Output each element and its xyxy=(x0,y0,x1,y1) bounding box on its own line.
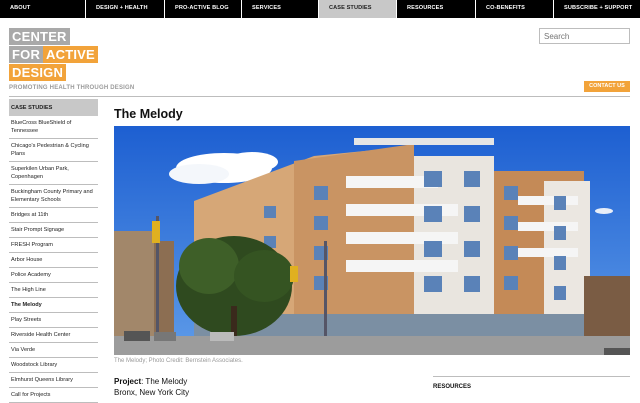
sidebar-item[interactable]: Police Academy xyxy=(9,268,98,283)
sidebar-item[interactable]: Elmhurst Queens Library xyxy=(9,373,98,388)
sidebar: CASE STUDIES BlueCross BlueShield of Ten… xyxy=(9,99,98,403)
page-title: The Melody xyxy=(114,107,183,121)
sidebar-item[interactable]: Via Verde xyxy=(9,343,98,358)
sidebar-item[interactable]: Arbor House xyxy=(9,253,98,268)
sidebar-item[interactable]: Chicago's Pedestrian & Cycling Plans xyxy=(9,139,98,162)
nav-item-services[interactable]: SERVICES xyxy=(242,0,319,18)
logo-line-active: ACTIVE xyxy=(43,46,98,63)
project-label: Project xyxy=(114,377,142,386)
sidebar-item[interactable]: Superkilen Urban Park, Copenhagen xyxy=(9,162,98,185)
sidebar-item[interactable]: Woodstock Library xyxy=(9,358,98,373)
site-logo[interactable]: CENTER FOR ACTIVE DESIGN xyxy=(9,28,98,82)
sidebar-item[interactable]: Call for Projects xyxy=(9,388,98,403)
sidebar-item[interactable]: BlueCross BlueShield of Tennessee xyxy=(9,116,98,139)
top-nav: ABOUT DESIGN + HEALTH PRO-ACTIVE BLOG SE… xyxy=(0,0,640,18)
sidebar-item[interactable]: Buckingham County Primary and Elementary… xyxy=(9,185,98,208)
nav-item-co-benefits[interactable]: CO-BENEFITS xyxy=(476,0,554,18)
header-divider xyxy=(9,96,630,97)
logo-line-for: FOR xyxy=(9,46,44,63)
building-illustration xyxy=(114,126,630,355)
photo-caption: The Melody; Photo Credit: Bernstein Asso… xyxy=(114,358,243,364)
sidebar-item[interactable]: The High Line xyxy=(9,283,98,298)
logo-line-center: CENTER xyxy=(9,28,70,45)
sidebar-item-active[interactable]: The Melody xyxy=(9,298,98,313)
nav-item-resources[interactable]: RESOURCES xyxy=(397,0,476,18)
sidebar-item[interactable]: Stair Prompt Signage xyxy=(9,223,98,238)
project-location: Bronx, New York City xyxy=(114,388,190,397)
tagline: PROMOTING HEALTH THROUGH DESIGN xyxy=(9,85,135,91)
project-value: : The Melody xyxy=(141,377,188,386)
logo-line-design: DESIGN xyxy=(9,64,67,81)
search-input[interactable] xyxy=(539,28,630,44)
nav-item-subscribe[interactable]: SUBSCRIBE + SUPPORT xyxy=(554,0,640,18)
sidebar-heading: CASE STUDIES xyxy=(9,99,98,116)
sidebar-item[interactable]: Riverside Health Center xyxy=(9,328,98,343)
building-photo xyxy=(114,126,630,355)
nav-item-blog[interactable]: PRO-ACTIVE BLOG xyxy=(165,0,242,18)
contact-us-button[interactable]: CONTACT US xyxy=(584,81,630,92)
sidebar-item[interactable]: Bridges at 11th xyxy=(9,208,98,223)
project-details: Project: The Melody Bronx, New York City xyxy=(114,376,189,398)
nav-item-case-studies[interactable]: CASE STUDIES xyxy=(319,0,397,18)
sidebar-item[interactable]: FRESH Program xyxy=(9,238,98,253)
resources-heading: RESOURCES xyxy=(433,376,630,390)
sidebar-item[interactable]: Play Streets xyxy=(9,313,98,328)
nav-item-design-health[interactable]: DESIGN + HEALTH xyxy=(86,0,165,18)
nav-item-about[interactable]: ABOUT xyxy=(0,0,86,18)
